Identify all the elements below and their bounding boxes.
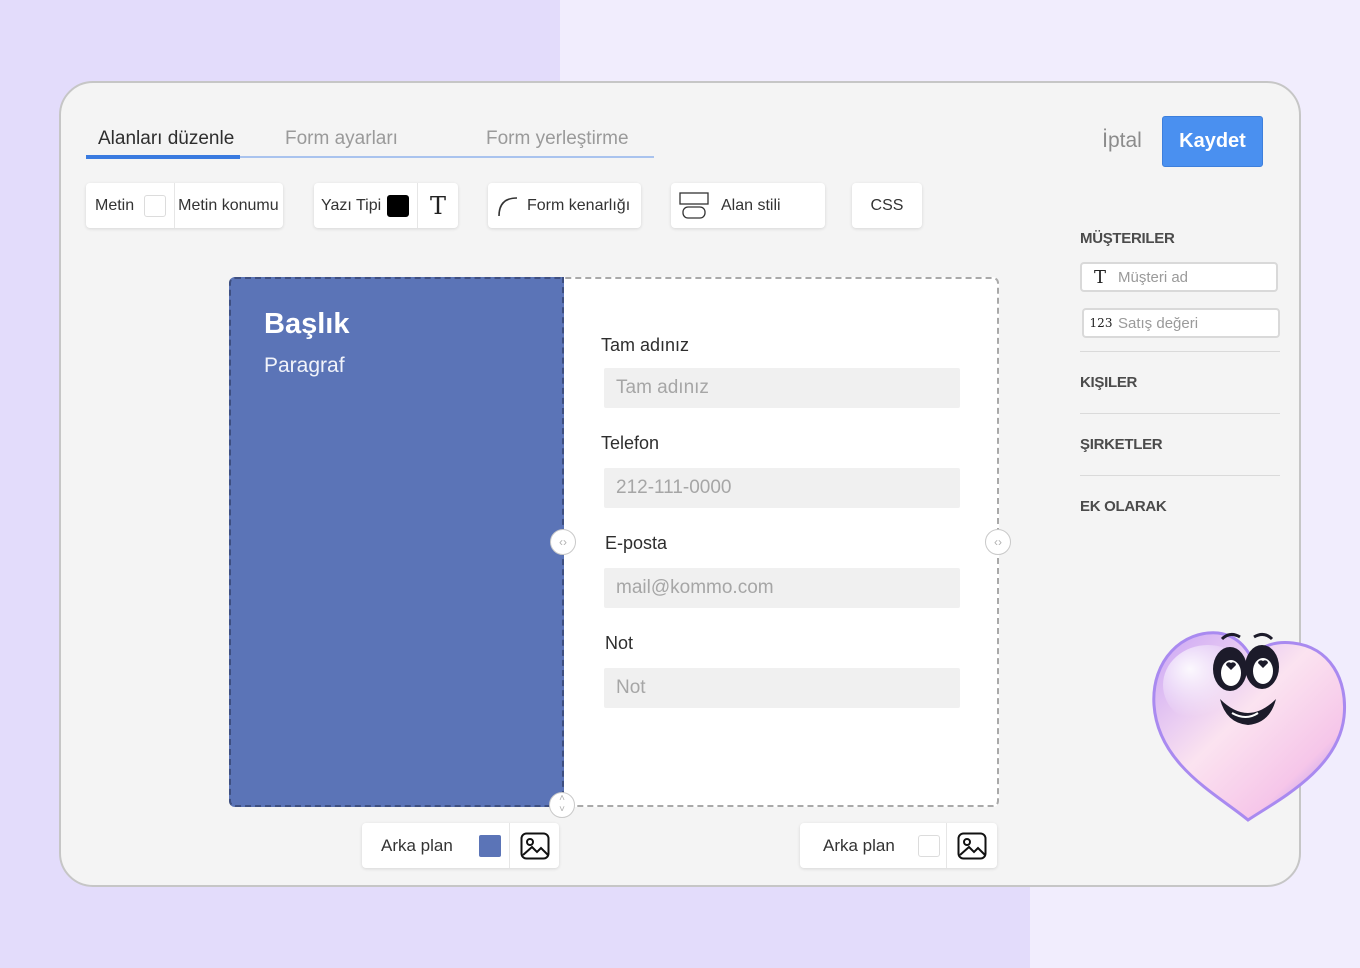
font-family-button[interactable]: T xyxy=(418,183,458,228)
text-position-control[interactable]: Metin konumu xyxy=(175,183,279,228)
background-image-button[interactable] xyxy=(947,823,997,868)
background-color-swatch[interactable] xyxy=(478,834,501,857)
tab-label: Form yerleştirme xyxy=(486,128,629,149)
right-background-control: Arka plan xyxy=(800,823,997,868)
text-position-label: Metin konumu xyxy=(178,196,279,214)
font-color-swatch[interactable] xyxy=(387,194,410,217)
heart-mascot-icon xyxy=(1152,631,1347,822)
text-label: Metin xyxy=(95,196,135,214)
form-border-content: Form kenarlığı xyxy=(488,183,638,228)
tab-bar: Alanları düzenle Form ayarları Form yerl… xyxy=(86,125,654,159)
tab-label: Alanları düzenle xyxy=(98,128,235,149)
tab-edit-fields[interactable]: Alanları düzenle xyxy=(98,125,234,156)
font-label: Yazı Tipi xyxy=(321,196,382,214)
image-icon xyxy=(957,832,987,859)
divider xyxy=(1080,351,1280,352)
font-color-control[interactable]: Yazı Tipi xyxy=(314,183,417,228)
image-icon xyxy=(520,832,549,859)
divider xyxy=(1080,413,1280,414)
css-button[interactable]: CSS xyxy=(852,183,922,228)
note-input[interactable] xyxy=(604,668,960,708)
tab-form-embed[interactable]: Form yerleştirme xyxy=(486,125,629,156)
text-color-control[interactable]: Metin xyxy=(86,183,174,228)
form-heading[interactable]: Başlık xyxy=(264,308,349,341)
background-label: Arka plan xyxy=(823,835,895,855)
form-paragraph[interactable]: Paragraf xyxy=(264,354,345,378)
font-icon: T xyxy=(429,191,446,220)
full-name-input[interactable] xyxy=(604,368,960,408)
field-label-note: Not xyxy=(605,633,634,653)
field-style-label: Alan stili xyxy=(721,196,781,214)
resize-handle-vertical-icon[interactable]: ˄ ˅ xyxy=(549,792,575,818)
field-style-icon xyxy=(679,191,709,219)
resize-handle-horizontal-icon[interactable]: ‹› xyxy=(985,529,1011,555)
email-input[interactable] xyxy=(604,568,960,608)
form-border-button[interactable]: Form kenarlığı xyxy=(488,183,641,228)
field-style-button[interactable]: Alan stili xyxy=(671,183,825,228)
field-label: Müşteri ad xyxy=(1118,268,1189,286)
phone-input[interactable] xyxy=(604,468,960,508)
cancel-button[interactable]: İptal xyxy=(1090,124,1154,158)
field-label-email: E-posta xyxy=(605,533,668,553)
tab-label: Form ayarları xyxy=(285,128,398,149)
right-background-color[interactable]: Arka plan xyxy=(800,823,946,868)
sidebar-section-customers[interactable]: MÜŞTERILER xyxy=(1080,230,1175,247)
font-toolbar-group: Yazı Tipi T xyxy=(314,183,458,228)
text-field-icon: T xyxy=(1093,266,1106,288)
form-border-label: Form kenarlığı xyxy=(527,196,631,214)
save-button[interactable]: Kaydet xyxy=(1162,116,1263,167)
sidebar-section-contacts[interactable]: KIŞILER xyxy=(1080,374,1137,391)
field-label-phone: Telefon xyxy=(601,433,660,453)
left-background-control: Arka plan xyxy=(362,823,559,868)
number-field-icon: 123 xyxy=(1089,316,1113,330)
customer-name-field[interactable]: T Müşteri ad xyxy=(1080,262,1278,292)
active-tab-indicator xyxy=(86,155,240,159)
background-color-swatch[interactable] xyxy=(917,834,940,857)
field-label-full-name: Tam adınız xyxy=(601,335,690,355)
sale-value-field[interactable]: 123 Satış değeri xyxy=(1082,308,1280,338)
left-background-color[interactable]: Arka plan xyxy=(362,823,509,868)
field-style-content: Alan stili xyxy=(671,183,789,228)
tab-form-settings[interactable]: Form ayarları xyxy=(285,125,398,156)
css-label: CSS xyxy=(870,196,904,214)
divider xyxy=(1080,475,1280,476)
field-label: Satış değeri xyxy=(1118,314,1199,332)
text-color-swatch[interactable] xyxy=(144,194,167,217)
sidebar-section-companies[interactable]: ŞIRKETLER xyxy=(1080,436,1163,453)
resize-handle-horizontal-icon[interactable]: ‹› xyxy=(550,529,576,555)
background-label: Arka plan xyxy=(381,835,453,855)
background-image-button[interactable] xyxy=(510,823,559,868)
corner-radius-icon xyxy=(498,196,518,216)
sidebar-section-additional[interactable]: EK OLARAK xyxy=(1080,498,1167,515)
text-toolbar-group: Metin Metin konumu xyxy=(86,183,283,228)
